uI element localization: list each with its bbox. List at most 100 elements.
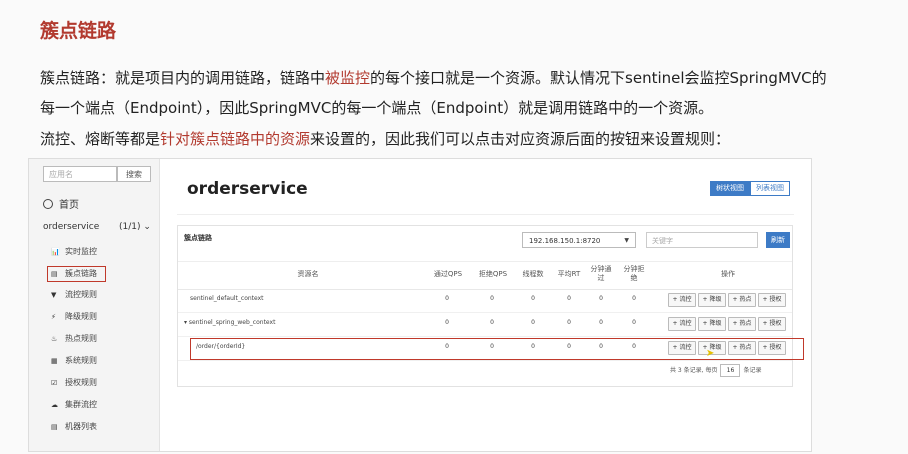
page-size-input[interactable]: 16 [720,364,741,377]
search-button[interactable]: 搜索 [117,166,151,182]
metric-cell: 0 [531,343,535,350]
system-icon: ▦ [51,357,58,365]
sidebar-item-label: 簇点链路 [65,269,97,278]
intro-paragraph-2: 每一个端点（Endpoint），因此SpringMVC的每一个端点（Endpoi… [40,99,714,117]
metric-cell: 0 [567,319,571,326]
sidebar-item-label: 流控规则 [65,290,97,299]
mouse-cursor-icon: ➤ [706,348,715,359]
col-resource: 资源名 [297,270,319,278]
view-toggle: 树状视图 列表视图 [710,181,790,196]
p3-highlight: 针对簇点链路中的资源 [160,130,311,148]
flow-rule-button[interactable]: + 流控 [668,293,696,307]
pager-suffix: 条记录 [743,367,762,374]
panel-title: 簇点链路 [184,234,212,242]
chevron-down-icon: ⌄ [143,222,151,232]
hotspot-rule-button[interactable]: + 热点 [728,317,756,331]
p3-text-a: 流控、熔断等都是 [40,130,161,148]
intro-paragraph-3: 流控、熔断等都是针对簇点链路中的资源来设置的，因此我们可以点击对应资源后面的按钮… [40,127,730,151]
p1-highlight: 被监控 [325,69,371,87]
col-pass-qps: 通过QPS [433,270,463,278]
metric-cell: 0 [632,295,636,302]
sidebar-item-label: 授权规则 [65,378,97,387]
row-actions: + 流控 + 降级 + 热点 + 授权 [668,341,786,355]
metric-cell: 0 [599,343,603,350]
sidebar-item-7[interactable]: ☑ 授权规则 [51,376,97,390]
sentinel-console-screenshot: 应用名 搜索 首页 orderservice (1/1) ⌄ 📊 实时监控 ▤ 簇点链… [28,158,812,452]
metric-cell: 0 [445,319,449,326]
resource-name: sentinel_default_context [190,295,264,302]
row-actions: + 流控 + 降级 + 热点 + 授权 [668,293,786,307]
metric-cell: 0 [445,295,449,302]
app-search-input[interactable]: 应用名 [43,166,117,182]
table-row: ▾ sentinel_spring_web_context 0 0 0 0 0 0 + 流控 +… [178,314,792,337]
metric-cell: 0 [599,295,603,302]
resource-name: /order/{orderId} [196,343,246,350]
caret-down-icon: ▼ [624,237,629,244]
p1-text-a: 簇点链路：就是项目内的调用链路，链路中 [40,69,326,87]
table-icon: ▤ [51,423,58,431]
metric-cell: 0 [632,319,636,326]
table-header: 资源名 通过QPS 拒绝QPS 线程数 平均RT 分钟通过 分钟拒绝 操作 [178,261,792,290]
list-view-button[interactable]: 列表视图 [750,181,790,196]
sidebar-item-label: 降级规则 [65,312,97,321]
sidebar-item-9[interactable]: ▤ 机器列表 [51,420,97,434]
sidebar-item-label: 机器列表 [65,422,97,431]
metric-cell: 0 [599,319,603,326]
metric-cell: 0 [490,343,494,350]
clock-icon [43,199,53,209]
sidebar-item-2[interactable]: ▤ 簇点链路 [47,266,106,282]
sidebar-item-label: 集群流控 [65,400,97,409]
pagination: 共 3 条记录, 每页 16 条记录 [670,364,761,377]
authority-rule-button[interactable]: + 授权 [758,293,786,307]
app-name[interactable]: orderservice [43,222,99,232]
flow-rule-button[interactable]: + 流控 [668,317,696,331]
row-actions: + 流控 + 降级 + 热点 + 授权 [668,317,786,331]
check-icon: ☑ [51,379,58,387]
pager-text: 共 3 条记录, 每页 [670,367,718,374]
metric-cell: 0 [567,343,571,350]
divider [177,214,794,215]
flow-rule-button[interactable]: + 流控 [668,341,696,355]
p1-text-b: 的每个接口就是一个资源。默认情况下sentinel会监控SpringMVC的 [370,69,827,87]
refresh-button[interactable]: 刷新 [766,232,790,248]
degrade-rule-button[interactable]: + 降级 [698,293,726,307]
sidebar-item-5[interactable]: ♨ 热点规则 [51,332,97,346]
panel-header: 簇点链路 192.168.150.1:8720 ▼ 关键字 刷新 [178,226,792,262]
sidebar-item-8[interactable]: ☁ 集群流控 [51,398,97,412]
degrade-rule-button[interactable]: + 降级 [698,317,726,331]
filter-icon: ▼ [51,291,57,299]
page-title: orderservice [187,179,308,199]
home-nav[interactable]: 首页 [43,196,79,211]
machine-select[interactable]: 192.168.150.1:8720 ▼ [522,232,636,248]
machine-select-value: 192.168.150.1:8720 [529,237,601,245]
hotspot-rule-button[interactable]: + 热点 [728,341,756,355]
metric-cell: 0 [531,319,535,326]
list-icon: ▤ [51,270,58,278]
sidebar-item-label: 实时监控 [65,247,97,256]
intro-paragraph-1: 簇点链路：就是项目内的调用链路，链路中被监控的每个接口就是一个资源。默认情况下s… [40,66,827,90]
main-content: orderservice 树状视图 列表视图 簇点链路 192.168.150.… [160,159,811,451]
col-min-block: 分钟拒绝 [623,265,645,282]
metric-cell: 0 [531,295,535,302]
flash-icon: ⚡ [51,313,56,321]
sidebar-item-1[interactable]: 📊 实时监控 [51,245,97,259]
col-min-pass: 分钟通过 [590,265,612,282]
authority-rule-button[interactable]: + 授权 [758,341,786,355]
metric-cell: 0 [490,319,494,326]
table-row: sentinel_default_context 0 0 0 0 0 0 + 流控 + 降级 + … [178,290,792,313]
sidebar-item-6[interactable]: ▦ 系统规则 [51,354,97,368]
col-threads: 线程数 [522,270,544,278]
app-count: (1/1) ⌄ [119,222,151,232]
sidebar-item-3[interactable]: ▼ 流控规则 [51,288,97,302]
hotspot-rule-button[interactable]: + 热点 [728,293,756,307]
doc-title: 簇点链路 [40,20,117,42]
authority-rule-button[interactable]: + 授权 [758,317,786,331]
keyword-input[interactable]: 关键字 [646,232,758,248]
metric-cell: 0 [445,343,449,350]
resource-panel: 簇点链路 192.168.150.1:8720 ▼ 关键字 刷新 资源名 通过QP… [177,225,804,387]
tree-view-button[interactable]: 树状视图 [710,181,750,196]
resource-name: ▾ sentinel_spring_web_context [184,319,276,326]
cloud-icon: ☁ [51,401,58,409]
sidebar-item-4[interactable]: ⚡ 降级规则 [51,310,97,324]
p3-text-b: 来设置的，因此我们可以点击对应资源后面的按钮来设置规则： [310,130,731,148]
